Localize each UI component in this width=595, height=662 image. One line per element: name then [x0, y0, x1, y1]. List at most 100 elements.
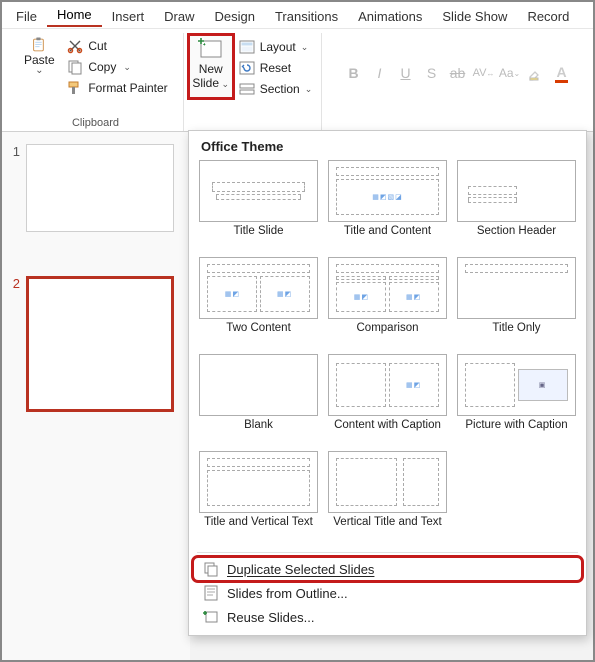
tab-slide-show[interactable]: Slide Show — [432, 5, 517, 27]
copy-label: Copy — [88, 60, 116, 74]
reset-label: Reset — [260, 61, 291, 75]
outline-icon — [203, 585, 219, 601]
chevron-down-icon: ⌄ — [219, 79, 229, 89]
tab-draw[interactable]: Draw — [154, 5, 204, 27]
chevron-down-icon: ⌄ — [123, 62, 131, 73]
bold-button[interactable]: B — [344, 63, 364, 83]
content-icon: ▦◩ — [277, 290, 292, 298]
menu-label: Reuse Slides... — [227, 610, 314, 625]
chevron-down-icon: ⌄ — [35, 65, 43, 76]
paste-icon — [31, 37, 47, 53]
layout-two-content[interactable]: ▦◩ ▦◩ Two Content — [199, 257, 318, 348]
chevron-down-icon: ⌄ — [301, 42, 309, 53]
section-button[interactable]: Section ⌄ — [237, 80, 315, 98]
paintbrush-icon — [67, 80, 83, 96]
layout-blank[interactable]: Blank — [199, 354, 318, 445]
new-slide-dropdown: Office Theme Title Slide ▦◩▧◪ Title and … — [188, 130, 587, 636]
content-icon: ▦◩ — [406, 293, 421, 301]
slide-thumbnail-pane[interactable]: 1 2 — [2, 132, 190, 660]
group-slides: New Slide ⌄ Layout ⌄ Reset Section — [184, 33, 322, 131]
slide-number: 2 — [10, 276, 20, 412]
layout-label: Section Header — [457, 225, 576, 251]
tab-record[interactable]: Record — [517, 5, 579, 27]
new-slide-button[interactable]: New Slide ⌄ — [189, 35, 233, 98]
layout-picture-with-caption[interactable]: ▣ Picture with Caption — [457, 354, 576, 445]
duplicate-icon — [203, 561, 219, 577]
group-font: B I U S ab AV↔ Aa⌄ A — [322, 33, 587, 131]
layout-label: Comparison — [328, 322, 447, 348]
underline-button[interactable]: U — [396, 63, 416, 83]
section-icon — [239, 81, 255, 97]
layout-title-only[interactable]: Title Only — [457, 257, 576, 348]
content-icon: ▦◩ — [406, 381, 421, 389]
layout-content-with-caption[interactable]: ▦◩ Content with Caption — [328, 354, 447, 445]
layout-grid: Title Slide ▦◩▧◪ Title and Content Secti… — [193, 160, 582, 546]
ribbon-tabs: File Home Insert Draw Design Transitions… — [2, 2, 593, 28]
group-clipboard-label: Clipboard — [72, 117, 119, 131]
group-clipboard: Paste ⌄ Cut Copy ⌄ Format Painter C — [8, 33, 184, 131]
cut-label: Cut — [88, 39, 107, 53]
shadow-button[interactable]: S — [422, 63, 442, 83]
ribbon: Paste ⌄ Cut Copy ⌄ Format Painter C — [2, 28, 593, 132]
scissors-icon — [67, 38, 83, 54]
reset-button[interactable]: Reset — [237, 59, 315, 77]
highlight-button[interactable] — [526, 63, 546, 83]
cut-button[interactable]: Cut — [65, 37, 169, 55]
tab-animations[interactable]: Animations — [348, 5, 432, 27]
slide-number: 1 — [10, 144, 20, 232]
layout-label: Title and Vertical Text — [199, 516, 318, 542]
layout-title-slide[interactable]: Title Slide — [199, 160, 318, 251]
layout-label: Picture with Caption — [457, 419, 576, 445]
picture-icon: ▣ — [539, 381, 547, 389]
layout-label: Content with Caption — [328, 419, 447, 445]
char-spacing-button[interactable]: AV↔ — [474, 63, 494, 83]
content-icon: ▦◩ — [354, 293, 369, 301]
menu-duplicate-selected[interactable]: Duplicate Selected Slides — [193, 557, 582, 581]
content-icon: ▦◩▧◪ — [372, 193, 402, 201]
copy-icon — [67, 59, 83, 75]
layout-label: Layout — [260, 40, 296, 54]
reuse-icon — [203, 609, 219, 625]
slide-thumbnail-1[interactable]: 1 — [10, 144, 182, 232]
layout-title-and-content[interactable]: ▦◩▧◪ Title and Content — [328, 160, 447, 251]
menu-label: Slides from Outline... — [227, 586, 348, 601]
tab-design[interactable]: Design — [205, 5, 265, 27]
layout-label: Title Slide — [199, 225, 318, 251]
content-icon: ▦◩ — [225, 290, 240, 298]
layout-comparison[interactable]: ▦◩ ▦◩ Comparison — [328, 257, 447, 348]
tab-home[interactable]: Home — [47, 3, 102, 27]
layout-icon — [239, 39, 255, 55]
slide-thumbnail-2[interactable]: 2 — [10, 276, 182, 412]
copy-button[interactable]: Copy ⌄ — [65, 58, 169, 76]
chevron-down-icon: ⌄ — [305, 84, 313, 95]
slide-thumb[interactable] — [26, 144, 174, 232]
new-slide-line2: Slide — [192, 76, 219, 90]
menu-slides-from-outline[interactable]: Slides from Outline... — [193, 581, 582, 605]
layout-button[interactable]: Layout ⌄ — [237, 38, 315, 56]
layout-vertical-title-and-text[interactable]: Vertical Title and Text — [328, 451, 447, 542]
format-painter-label: Format Painter — [88, 81, 167, 95]
layout-label: Vertical Title and Text — [328, 516, 447, 542]
layout-section-header[interactable]: Section Header — [457, 160, 576, 251]
menu-label: Duplicate Selected Slides — [227, 562, 374, 577]
dropdown-theme-header: Office Theme — [193, 136, 582, 160]
menu-reuse-slides[interactable]: Reuse Slides... — [193, 605, 582, 629]
layout-label: Blank — [199, 419, 318, 445]
change-case-button[interactable]: Aa⌄ — [500, 63, 520, 83]
paste-button[interactable]: Paste ⌄ — [17, 33, 61, 97]
layout-label: Title Only — [457, 322, 576, 348]
tab-file[interactable]: File — [6, 5, 47, 27]
format-painter-button[interactable]: Format Painter — [65, 79, 169, 97]
tab-transitions[interactable]: Transitions — [265, 5, 348, 27]
section-label: Section — [260, 82, 300, 96]
strikethrough-button[interactable]: ab — [448, 63, 468, 83]
new-slide-icon — [197, 38, 225, 62]
font-color-button[interactable]: A — [552, 63, 572, 83]
slide-thumb-selected[interactable] — [26, 276, 174, 412]
layout-label: Two Content — [199, 322, 318, 348]
tab-insert[interactable]: Insert — [102, 5, 155, 27]
layout-label: Title and Content — [328, 225, 447, 251]
italic-button[interactable]: I — [370, 63, 390, 83]
layout-title-and-vertical-text[interactable]: Title and Vertical Text — [199, 451, 318, 542]
new-slide-line1: New — [199, 62, 223, 76]
